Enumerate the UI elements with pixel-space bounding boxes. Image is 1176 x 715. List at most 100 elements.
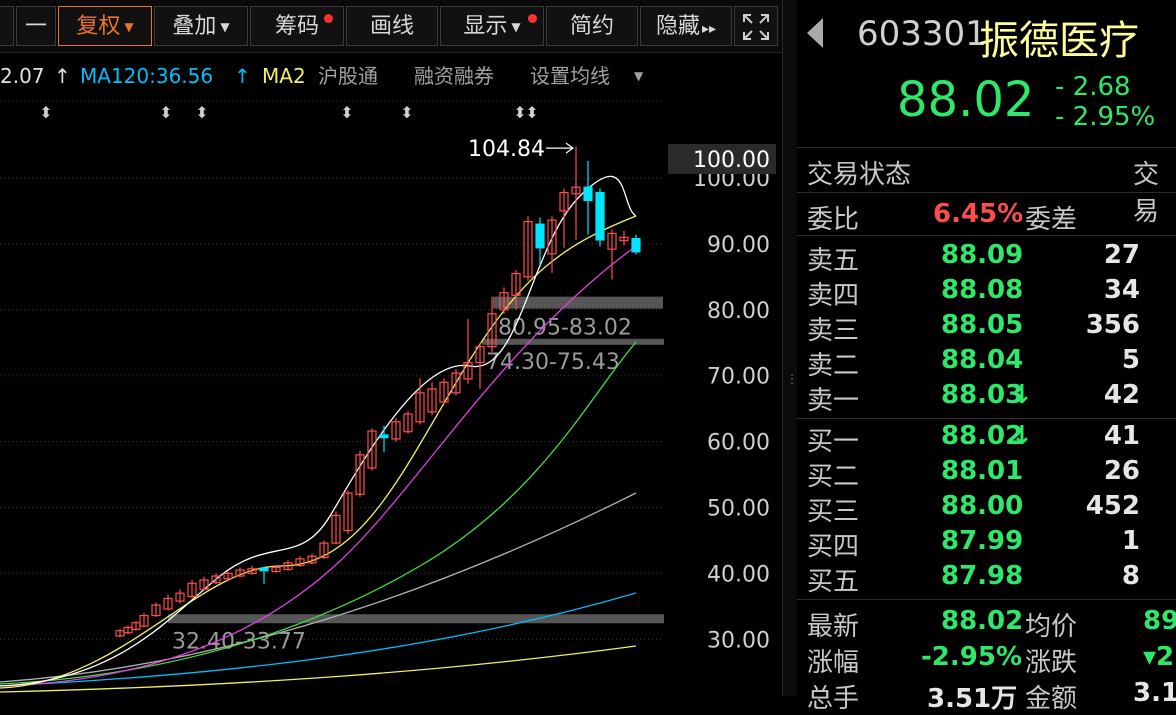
order-diff-label: 委差 [1025,205,1078,235]
back-arrow-icon[interactable] [807,18,823,48]
candle-body [535,223,545,249]
ask-price[interactable]: 88.05 [941,310,1023,340]
last-price: 88.02 [897,72,1035,128]
chart-canvas[interactable]: 100.00 90.00 80.00 70.00 60.00 50.00 40.00 30.0… [0,96,782,696]
display-label: 显示 [463,14,508,39]
price-scale-label: 40.00 [707,562,770,587]
price-scale-label: 30.00 [707,628,770,653]
adjust-rights-label: 复权 [76,14,121,39]
bid-label: 买五 [807,567,860,597]
up-arrow-icon: ↑ [234,64,251,88]
draw-line-button[interactable]: 画线 [346,6,438,46]
change-amount: - 2.68 [1055,72,1131,102]
chips-button[interactable]: 筹码 [250,6,344,46]
event-marker-icon: ⬍ [39,103,52,122]
hide-button[interactable]: 隐藏 ▸▸ [640,6,732,46]
ask-price[interactable]: 88.04 [941,345,1023,375]
change-label: 涨跌 [1025,648,1078,678]
candle-body [583,186,593,202]
bid-book: 买一 88.02 ↓ 41 买二 88.01 26 买三 88.00 452 买… [797,418,1176,599]
bid-row: 买三 88.00 452 [797,491,1176,527]
double-chevron-right-icon: ▸▸ [701,21,717,37]
avg-price-label: 均价 [1025,612,1078,642]
toolbar-partial-left[interactable] [0,6,14,46]
expand-button[interactable] [734,6,778,46]
moving-average-line [0,341,637,685]
event-marker-icon: ⬍ [525,103,538,122]
high-price-label: 104.84 [468,137,545,162]
latest-label: 最新 [807,612,860,642]
amount-label: 金额 [1025,684,1078,714]
simple-button[interactable]: 简约 [546,6,638,46]
ask-row: 卖四 88.08 34 [797,275,1176,311]
candle-body [595,191,605,241]
hk-connect-link[interactable]: 沪股通 [318,62,378,90]
ask-label: 卖五 [807,246,860,276]
bid-volume: 1 [1121,526,1140,556]
ask-row: 卖五 88.09 27 [797,240,1176,276]
up-arrow-icon: ↑ [54,64,71,88]
price-scale-label: 70.00 [707,365,770,390]
bid-price[interactable]: 88.00 [941,491,1023,521]
current-price-tag-text: 100.00 [693,148,770,173]
display-button[interactable]: 显示 ▼ [440,6,544,46]
price-scale-label: 60.00 [707,431,770,456]
stock-code: 603301 [857,14,987,54]
ask-row: 卖三 88.05 356 [797,310,1176,346]
bid-label: 买二 [807,462,860,492]
draw-line-label: 画线 [369,14,414,39]
toolbar-separator-button[interactable]: 一 [16,6,56,46]
ask-label: 卖三 [807,316,860,346]
quote-header: 603301 振德医疗 88.02 - 2.68 - 2.95% [797,0,1176,146]
panel-divider[interactable] [782,0,798,696]
bid-volume: 452 [1085,491,1140,521]
ask-volume: 5 [1121,345,1140,375]
order-ratio-value: 6.45% [933,199,1024,229]
bid-volume: 8 [1121,561,1140,591]
bid-price[interactable]: 88.01 [941,456,1023,486]
trading-status-label: 交易状态 [807,160,912,190]
change-percent: - 2.95% [1055,102,1156,132]
down-arrow-icon: ↓ [1011,380,1033,410]
ma2-partial: MA2 [262,64,306,88]
event-marker-icon: ⬍ [195,103,208,122]
bid-label: 买一 [807,427,860,457]
price-change: - 2.68 - 2.95% [1055,72,1155,132]
simple-label: 简约 [569,14,614,39]
candle-body [259,567,269,572]
adjust-rights-button[interactable]: 复权 ▼ [58,6,152,46]
candlestick-chart[interactable]: 100.00 90.00 80.00 70.00 60.00 50.00 40.00 30.0… [0,96,782,696]
ask-price[interactable]: 88.09 [941,240,1023,270]
notification-dot-icon [324,14,333,23]
trading-status-row: 交易状态 交易 [797,147,1176,227]
margin-trading-link[interactable]: 融资融券 [414,62,494,90]
bid-row: 买四 87.99 1 [797,526,1176,562]
bid-volume: 41 [1103,421,1140,451]
ask-volume: 42 [1103,380,1140,410]
bid-row: 买一 88.02 ↓ 41 [797,421,1176,457]
order-ratio-row: 委比 6.45% 委差 [797,192,1176,235]
down-arrow-icon: ↓ [1011,421,1033,451]
chevron-down-icon: ▼ [511,20,521,34]
ma-settings-link[interactable]: 设置均线 [530,62,610,90]
ask-price[interactable]: 88.08 [941,275,1023,305]
ask-label: 卖一 [807,386,860,416]
bid-row: 买五 87.98 8 [797,561,1176,597]
chevron-down-icon[interactable]: ▼ [634,62,643,90]
total-volume-value: 3.51万 [927,684,1018,714]
stock-name: 振德医疗 [979,18,1139,64]
change-pct-value: -2.95% [921,642,1022,672]
bid-price[interactable]: 87.99 [941,526,1023,556]
event-marker-icon: ⬍ [400,103,413,122]
support-zone-band [482,338,664,345]
ask-volume: 27 [1103,240,1140,270]
support-zone-band [168,614,664,624]
ask-label: 卖四 [807,281,860,311]
order-ratio-label: 委比 [807,205,860,235]
avg-price-value: 89 [1143,606,1176,636]
bid-price[interactable]: 87.98 [941,561,1023,591]
event-marker-icon: ⬍ [340,103,353,122]
bid-row: 买二 88.01 26 [797,456,1176,492]
overlay-button[interactable]: 叠加 ▼ [154,6,248,46]
moving-average-line [0,492,637,683]
